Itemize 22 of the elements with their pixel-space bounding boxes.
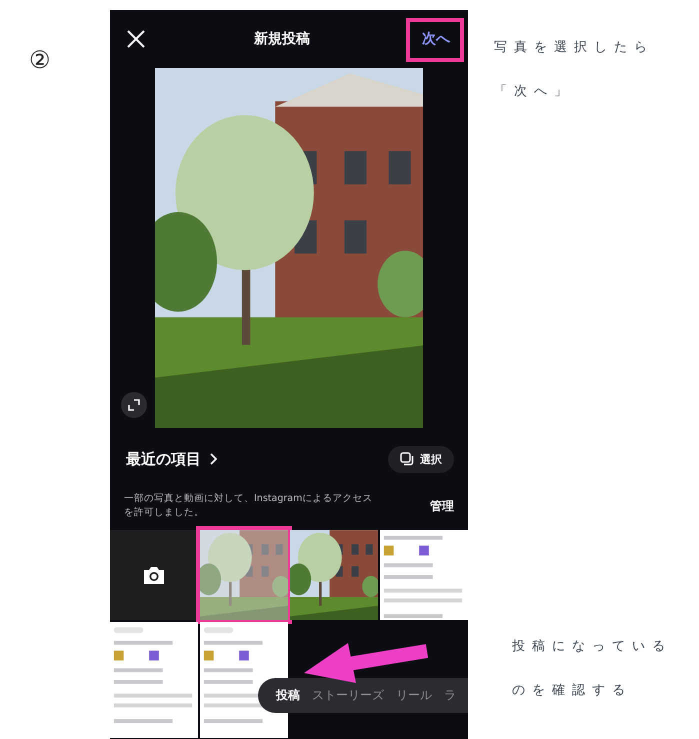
annotation-text: 「次へ」 [494, 83, 575, 100]
next-button[interactable]: 次へ [418, 26, 454, 52]
annotation-text: のを確認する [512, 682, 633, 699]
album-dropdown[interactable]: 最近の項目 [126, 450, 217, 468]
mode-tab[interactable]: ラ [444, 687, 456, 704]
camera-icon [142, 565, 166, 585]
highlight-frame [406, 18, 464, 62]
step-number: ② [29, 46, 51, 76]
screen-title: 新規投稿 [254, 30, 310, 48]
close-icon[interactable] [126, 29, 146, 49]
expand-icon[interactable] [121, 392, 147, 418]
mode-tab[interactable]: 投稿 [276, 687, 300, 704]
mode-tab[interactable]: リール [396, 687, 432, 704]
annotation-text: 投稿になっている [512, 638, 673, 655]
annotation-text: 写真を選択したら [494, 39, 655, 56]
camera-tile[interactable] [110, 530, 198, 620]
manage-button[interactable]: 管理 [430, 498, 454, 514]
permission-notice: 一部の写真と動画に対して、Instagramによるアクセスを許可しました。 [124, 492, 374, 520]
chevron-icon [209, 453, 217, 465]
multiple-squares-icon [400, 452, 414, 466]
mode-tab[interactable]: ストーリーズ [312, 687, 384, 704]
select-button[interactable]: 選択 [388, 446, 454, 472]
